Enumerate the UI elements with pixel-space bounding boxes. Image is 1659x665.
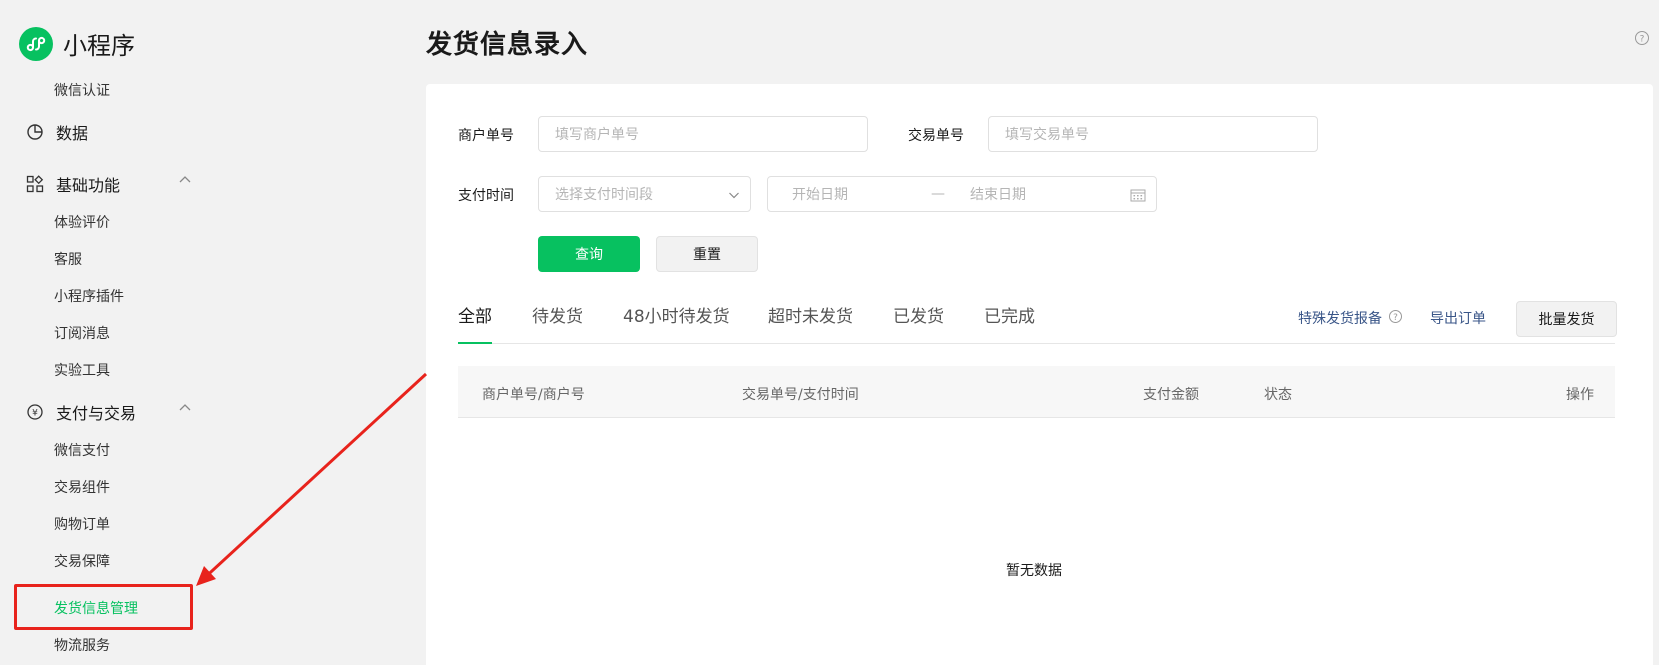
miniprogram-logo-icon xyxy=(19,26,53,61)
calendar-icon xyxy=(1130,189,1146,202)
help-icon[interactable]: ? xyxy=(1634,30,1650,46)
sidebar-item-customer-service[interactable]: 客服 xyxy=(54,249,82,269)
date-range-separator: — xyxy=(931,186,945,202)
tab-48h-pending[interactable]: 48小时待发货 xyxy=(623,302,730,327)
tabs-divider xyxy=(458,343,1615,344)
trade-no-label: 交易单号 xyxy=(908,128,964,144)
sidebar-group-label: 基础功能 xyxy=(56,176,121,195)
svg-text:?: ? xyxy=(1640,35,1645,45)
sidebar-item-trade-guarantee[interactable]: 交易保障 xyxy=(54,551,110,571)
merchant-no-input[interactable]: 填写商户单号 xyxy=(538,116,868,152)
active-tab-indicator xyxy=(458,342,492,344)
column-amount: 支付金额 xyxy=(1143,387,1199,403)
grid-apps-icon xyxy=(26,175,44,193)
sidebar-item-experience[interactable]: 体验评价 xyxy=(54,212,110,232)
date-range-picker[interactable]: 开始日期 — 结束日期 xyxy=(767,176,1157,212)
table-header: 商户单号/商户号 交易单号/支付时间 支付金额 状态 操作 xyxy=(458,366,1615,418)
special-report-link[interactable]: 特殊发货报备 xyxy=(1298,308,1382,328)
empty-state-text: 暂无数据 xyxy=(1006,563,1062,579)
app-name: 小程序 xyxy=(63,32,135,60)
sidebar-group-pay[interactable]: ¥ 支付与交易 xyxy=(26,400,136,424)
chevron-up-icon[interactable] xyxy=(178,401,192,415)
trade-no-input[interactable]: 填写交易单号 xyxy=(988,116,1318,152)
end-date-input[interactable]: 结束日期 xyxy=(970,184,1026,204)
export-orders-link[interactable]: 导出订单 xyxy=(1430,308,1486,328)
info-question-icon[interactable]: ? xyxy=(1388,309,1403,324)
pay-time-select[interactable]: 选择支付时间段 xyxy=(538,176,751,212)
start-date-input[interactable]: 开始日期 xyxy=(792,184,848,204)
sidebar-item-label: 数据 xyxy=(56,124,89,143)
pie-chart-icon xyxy=(26,123,44,141)
svg-text:?: ? xyxy=(1393,313,1398,323)
sidebar-item-wechat-verify[interactable]: 微信认证 xyxy=(54,80,110,100)
trade-no-placeholder: 填写交易单号 xyxy=(1005,127,1089,143)
merchant-no-label: 商户单号 xyxy=(458,128,514,144)
svg-text:¥: ¥ xyxy=(32,409,38,419)
sidebar-item-trade-component[interactable]: 交易组件 xyxy=(54,477,110,497)
sidebar-item-lab[interactable]: 实验工具 xyxy=(54,360,110,380)
yuan-circle-icon: ¥ xyxy=(26,403,44,421)
tab-pending-shipment[interactable]: 待发货 xyxy=(532,302,583,327)
merchant-no-placeholder: 填写商户单号 xyxy=(555,127,639,143)
tab-shipped[interactable]: 已发货 xyxy=(893,302,944,327)
column-merchant: 商户单号/商户号 xyxy=(482,387,585,403)
column-status: 状态 xyxy=(1264,387,1292,403)
page-title: 发货信息录入 xyxy=(426,30,589,60)
pay-time-label: 支付时间 xyxy=(458,188,514,204)
column-trade: 交易单号/支付时间 xyxy=(742,387,859,403)
app-logo[interactable]: 小程序 xyxy=(19,26,135,61)
reset-button[interactable]: 重置 xyxy=(656,236,758,272)
sidebar: 小程序 微信认证 数据 基础功能 体验评价 客服 小程序插件 订阅消息 实验工具… xyxy=(0,0,210,665)
chevron-down-icon xyxy=(729,192,739,199)
sidebar-item-logistics[interactable]: 物流服务 xyxy=(54,635,110,655)
sidebar-group-basic[interactable]: 基础功能 xyxy=(26,172,120,196)
annotation-highlight-box xyxy=(14,584,193,630)
tab-overdue[interactable]: 超时未发货 xyxy=(768,302,853,327)
pay-time-select-placeholder: 选择支付时间段 xyxy=(555,187,653,203)
batch-ship-button[interactable]: 批量发货 xyxy=(1516,301,1617,337)
tab-all[interactable]: 全部 xyxy=(458,302,492,327)
sidebar-item-subscribe[interactable]: 订阅消息 xyxy=(54,323,110,343)
tab-completed[interactable]: 已完成 xyxy=(984,302,1035,327)
sidebar-group-label: 支付与交易 xyxy=(56,404,137,423)
sidebar-item-wechat-pay[interactable]: 微信支付 xyxy=(54,440,110,460)
sidebar-item-shopping-orders[interactable]: 购物订单 xyxy=(54,514,110,534)
column-actions: 操作 xyxy=(1566,387,1594,403)
sidebar-item-data[interactable]: 数据 xyxy=(26,120,88,144)
query-button[interactable]: 查询 xyxy=(538,236,640,272)
sidebar-item-plugins[interactable]: 小程序插件 xyxy=(54,286,124,306)
chevron-up-icon[interactable] xyxy=(178,173,192,187)
